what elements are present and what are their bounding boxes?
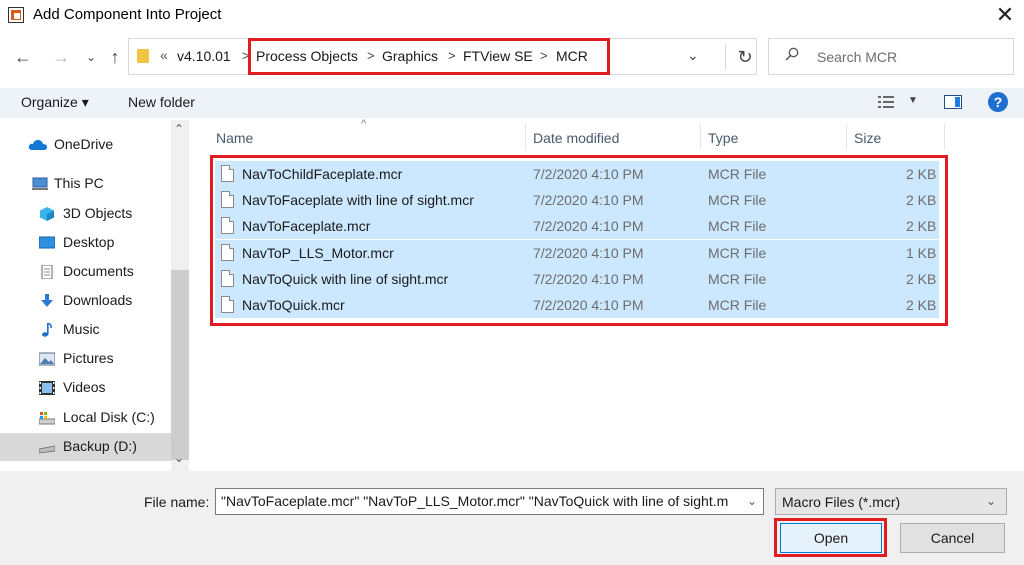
sidebar-item-videos[interactable]: Videos: [0, 374, 171, 402]
sidebar-item-music[interactable]: Music: [0, 316, 171, 344]
close-icon[interactable]: ✕: [994, 2, 1016, 28]
sidebar-item-local-disk-c[interactable]: Local Disk (C:): [0, 404, 171, 432]
breadcrumb-separator[interactable]: >: [367, 48, 375, 63]
view-dropdown-icon[interactable]: ▼: [908, 95, 918, 106]
arrow-up-icon[interactable]: ↑: [104, 46, 126, 68]
column-header-size[interactable]: Size: [854, 130, 881, 146]
sidebar-item-label: OneDrive: [54, 136, 114, 152]
search-placeholder[interactable]: Search MCR: [817, 49, 897, 65]
sidebar-item-label: Desktop: [63, 234, 115, 250]
picture-icon: [39, 352, 55, 366]
music-icon: [42, 323, 52, 337]
view-options-icon[interactable]: [878, 95, 894, 109]
sidebar-item-this-pc[interactable]: This PC: [0, 170, 171, 198]
folder-icon: [137, 49, 149, 63]
video-icon: [39, 381, 55, 395]
scroll-down-icon[interactable]: ⌄: [174, 451, 184, 465]
sidebar-item-label: Documents: [63, 263, 134, 279]
sidebar-item-pictures[interactable]: Pictures: [0, 345, 171, 373]
sidebar-item-documents[interactable]: Documents: [0, 258, 171, 286]
address-dropdown-icon[interactable]: ⌄: [687, 47, 699, 64]
column-divider[interactable]: [846, 124, 847, 150]
breadcrumb-graphics[interactable]: Graphics: [382, 48, 438, 64]
download-icon: [41, 294, 53, 307]
sidebar-item-3d-objects[interactable]: 3D Objects: [0, 200, 171, 228]
refresh-icon[interactable]: ↻: [725, 44, 756, 70]
sidebar-item-desktop[interactable]: Desktop: [0, 229, 171, 257]
app-icon: [8, 7, 24, 23]
column-divider[interactable]: [525, 124, 526, 150]
column-header-name[interactable]: Name: [216, 130, 253, 146]
breadcrumb-ftview-se[interactable]: FTView SE: [463, 48, 533, 64]
sidebar-item-backup-d[interactable]: Backup (D:): [0, 433, 171, 461]
column-divider[interactable]: [944, 124, 945, 150]
column-header-type[interactable]: Type: [708, 130, 738, 146]
drive-icon: [39, 445, 55, 454]
arrow-right-icon[interactable]: →: [50, 46, 72, 68]
sidebar-item-downloads[interactable]: Downloads: [0, 287, 171, 315]
sidebar-scroll-thumb[interactable]: [171, 270, 189, 460]
file-name-input[interactable]: "NavToFaceplate.mcr" "NavToP_LLS_Motor.m…: [215, 488, 764, 515]
address-overflow[interactable]: «: [160, 47, 168, 63]
sidebar-item-label: 3D Objects: [63, 205, 133, 221]
files-highlight-box: [210, 155, 948, 326]
help-icon[interactable]: ?: [988, 92, 1008, 112]
breadcrumb-mcr[interactable]: MCR: [556, 48, 588, 64]
breadcrumb-process-objects[interactable]: Process Objects: [256, 48, 358, 64]
drive-icon: [39, 412, 55, 425]
open-highlight-box: [774, 518, 887, 557]
chevron-down-icon[interactable]: ⌄: [986, 494, 996, 508]
preview-pane-icon[interactable]: [944, 95, 962, 109]
chevron-down-icon[interactable]: ⌄: [80, 46, 102, 68]
breadcrumb-separator[interactable]: >: [540, 48, 548, 63]
column-divider[interactable]: [700, 124, 701, 150]
cube-icon: [40, 207, 54, 221]
sidebar-item-label: Music: [63, 321, 100, 337]
file-type-select[interactable]: Macro Files (*.mcr): [775, 488, 1007, 515]
computer-icon: [32, 177, 48, 190]
sidebar-item-label: Backup (D:): [63, 438, 137, 454]
breadcrumb-separator[interactable]: >: [448, 48, 456, 63]
new-folder-button[interactable]: New folder: [128, 94, 195, 110]
cancel-button[interactable]: Cancel: [900, 523, 1005, 553]
cloud-icon: [28, 140, 47, 150]
sidebar-item-onedrive[interactable]: OneDrive: [0, 131, 171, 159]
window-title: Add Component Into Project: [33, 6, 222, 23]
file-name-label: File name:: [144, 494, 210, 510]
column-header-date[interactable]: Date modified: [533, 130, 619, 146]
sidebar-item-label: Local Disk (C:): [63, 409, 155, 425]
scroll-up-icon[interactable]: ⌃: [174, 122, 184, 136]
sidebar-item-label: Pictures: [63, 350, 114, 366]
sidebar-item-label: This PC: [54, 175, 104, 191]
desktop-icon: [39, 236, 55, 249]
sidebar-item-label: Videos: [63, 379, 106, 395]
sort-ascending-icon: ^: [361, 118, 367, 130]
breadcrumb-root[interactable]: v4.10.01: [177, 48, 231, 64]
document-icon: [41, 265, 53, 279]
sidebar-item-label: Downloads: [63, 292, 133, 308]
arrow-left-icon[interactable]: ←: [12, 46, 34, 68]
chevron-down-icon[interactable]: ⌄: [747, 494, 757, 508]
organize-button[interactable]: Organize ▾: [21, 94, 89, 111]
search-icon: [785, 47, 799, 61]
